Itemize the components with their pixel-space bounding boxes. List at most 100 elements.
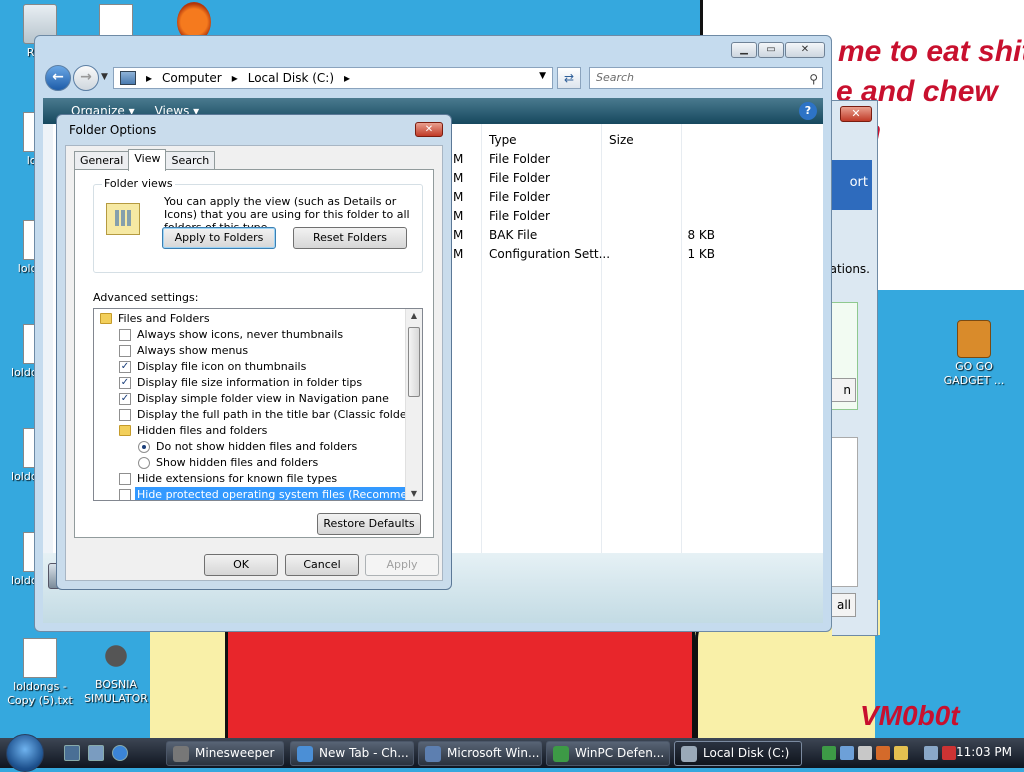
file-row[interactable]: M File Folder	[453, 190, 723, 209]
file-date-modified: M	[453, 228, 464, 242]
file-row[interactable]: M BAK File 8 KB	[453, 228, 723, 247]
setting-checkbox[interactable]: Always show menus	[94, 343, 406, 359]
internet-explorer-icon[interactable]	[112, 745, 128, 761]
checkbox[interactable]: ✓	[119, 393, 131, 405]
settings-scrollbar[interactable]: ▲ ▼	[405, 309, 422, 500]
taskbar-button[interactable]: Local Disk (C:)	[674, 741, 802, 766]
setting-radio[interactable]: Show hidden files and folders	[94, 455, 406, 471]
setting-checkbox[interactable]: ✓ Display file size information in folder…	[94, 375, 406, 391]
file-row[interactable]: M Configuration Sett... 1 KB	[453, 247, 723, 266]
breadcrumb-computer[interactable]: Computer	[162, 71, 222, 85]
address-dropdown-icon[interactable]: ▼	[539, 71, 546, 81]
wallpaper-watermark: VM0b0t	[860, 700, 960, 731]
cancel-button[interactable]: Cancel	[285, 554, 359, 576]
scroll-down-icon[interactable]: ▼	[406, 489, 422, 498]
setting-checkbox[interactable]: ✓ Display file icon on thumbnails	[94, 359, 406, 375]
navigation-pane	[43, 124, 53, 553]
scrollbar-thumb[interactable]	[408, 327, 420, 397]
background-window-close-button[interactable]: ✕	[840, 106, 872, 122]
folder-views-icon	[106, 203, 140, 235]
tab-view[interactable]: View	[128, 149, 167, 171]
ok-button[interactable]: OK	[204, 554, 278, 576]
tab-search[interactable]: Search	[165, 151, 216, 171]
taskbar-button[interactable]: Minesweeper	[166, 741, 284, 766]
checkbox[interactable]: ✓	[119, 377, 131, 389]
reset-folders-button[interactable]: Reset Folders	[293, 227, 407, 249]
checkbox[interactable]	[119, 409, 131, 421]
drive-icon	[681, 746, 697, 762]
folder-icon	[119, 425, 131, 436]
taskbar-button-label: Microsoft Win...	[447, 746, 540, 760]
tab-strip: General View Search	[74, 149, 216, 171]
dialog-body: General View Search Folder views You can…	[65, 145, 443, 581]
volume-muted-icon[interactable]	[942, 746, 956, 760]
file-row[interactable]: M File Folder	[453, 152, 723, 171]
setting-checkbox[interactable]: Display the full path in the title bar (…	[94, 407, 422, 423]
tab-general[interactable]: General	[74, 151, 130, 171]
checkbox[interactable]: ✓	[119, 361, 131, 373]
file-type: File Folder	[489, 152, 550, 166]
setting-label: Display file size information in folder …	[137, 376, 363, 389]
checkbox[interactable]	[119, 489, 131, 500]
advanced-settings-list[interactable]: Files and Folders Always show icons, neve…	[93, 308, 423, 501]
setting-label: Hide extensions for known file types	[137, 472, 338, 485]
setting-label: Always show icons, never thumbnails	[137, 328, 344, 341]
back-button[interactable]: ←	[45, 65, 71, 91]
desktop-icon-loldongs-copy-5[interactable]: loldongs - Copy (5).txt	[0, 638, 80, 708]
radio-button[interactable]	[138, 457, 150, 469]
column-header-size[interactable]: Size	[609, 133, 634, 147]
dialog-close-button[interactable]: ✕	[415, 122, 443, 137]
restore-defaults-button[interactable]: Restore Defaults	[317, 513, 421, 535]
setting-checkbox[interactable]: Always show icons, never thumbnails	[94, 327, 406, 343]
file-row[interactable]: M File Folder	[453, 209, 723, 228]
taskbar-button[interactable]: New Tab - Ch...	[290, 741, 414, 766]
start-button[interactable]	[6, 734, 44, 772]
apply-button[interactable]: Apply	[365, 554, 439, 576]
file-row[interactable]: M File Folder	[453, 171, 723, 190]
checkbox[interactable]	[119, 329, 131, 341]
forward-button[interactable]: →	[73, 65, 99, 91]
tray-icon[interactable]	[894, 746, 908, 760]
setting-checkbox[interactable]: ✓ Display simple folder view in Navigatio…	[94, 391, 406, 407]
wallpaper-shape	[225, 632, 695, 742]
setting-checkbox[interactable]: Hide extensions for known file types	[94, 471, 406, 487]
security-icon[interactable]	[822, 746, 836, 760]
taskbar-button[interactable]: WinPC Defen...	[546, 741, 670, 766]
maximize-button[interactable]: ▭	[758, 42, 784, 58]
shield-icon	[553, 746, 569, 762]
folder-options-dialog: Folder Options ✕ General View Search Fol…	[56, 114, 452, 590]
file-type: Configuration Sett...	[489, 247, 611, 261]
column-header-type[interactable]: Type	[489, 133, 517, 147]
taskbar-button[interactable]: Microsoft Win...	[418, 741, 542, 766]
minimize-button[interactable]: ▁	[731, 42, 757, 58]
setting-checkbox[interactable]: Hide protected operating system files (R…	[94, 487, 422, 500]
checkbox[interactable]	[119, 473, 131, 485]
setting-label: Display the full path in the title bar (…	[137, 408, 423, 421]
setting-radio[interactable]: Do not show hidden files and folders	[94, 439, 406, 455]
refresh-button[interactable]: ⇄	[557, 67, 581, 89]
scroll-up-icon[interactable]: ▲	[406, 311, 422, 320]
desktop-icon-go-go-gadget[interactable]: GO GO GADGET ...	[934, 320, 1014, 388]
show-desktop-icon[interactable]	[64, 745, 80, 761]
switch-windows-icon[interactable]	[88, 745, 104, 761]
desktop-icon-bosnia-simulator[interactable]: BOSNIA SIMULATOR	[76, 636, 156, 706]
file-date-modified: M	[453, 247, 464, 261]
close-button[interactable]: ✕	[785, 42, 825, 58]
apply-to-folders-button[interactable]: Apply to Folders	[162, 227, 276, 249]
tray-icon[interactable]	[876, 746, 890, 760]
clock[interactable]: 11:03 PM	[956, 745, 1012, 759]
tray-icon[interactable]	[858, 746, 872, 760]
search-input[interactable]: Search ⚲	[589, 67, 823, 89]
breadcrumb-local-disk[interactable]: Local Disk (C:)	[248, 71, 334, 85]
network-icon[interactable]	[924, 746, 938, 760]
help-icon[interactable]: ?	[799, 102, 817, 120]
search-icon: ⚲	[809, 72, 818, 86]
radio-button[interactable]	[138, 441, 150, 453]
breadcrumb-separator: ▸	[344, 71, 351, 85]
network-icon[interactable]	[840, 746, 854, 760]
taskbar: Minesweeper New Tab - Ch... Microsoft Win.…	[0, 734, 1024, 772]
checkbox[interactable]	[119, 345, 131, 357]
recent-pages-chevron-icon[interactable]: ▼	[101, 72, 108, 82]
address-bar[interactable]: ▸ Computer ▸ Local Disk (C:) ▸ ▼	[113, 67, 553, 89]
folder-icon	[100, 313, 112, 324]
